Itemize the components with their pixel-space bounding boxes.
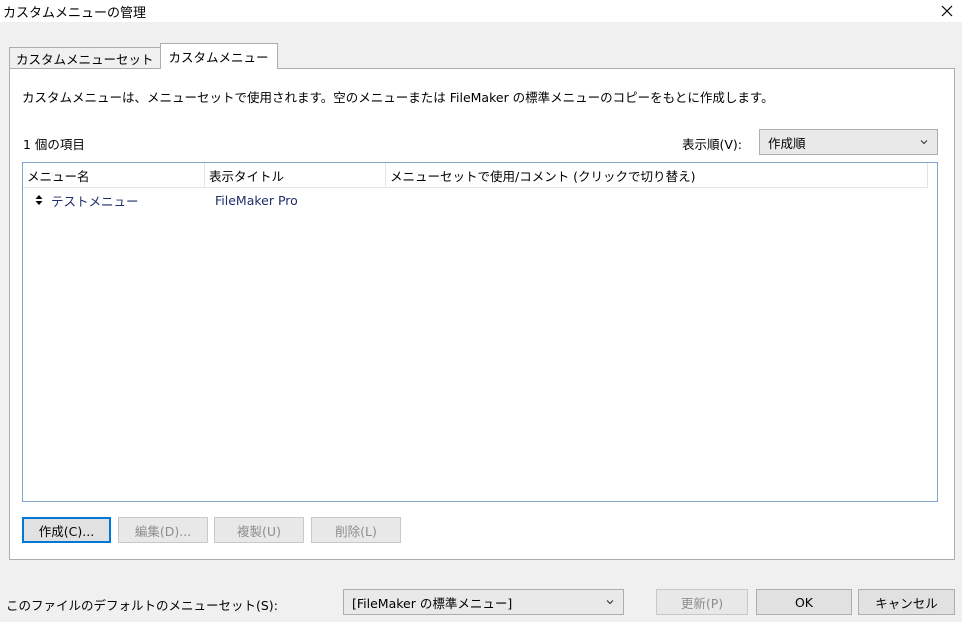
default-menuset-value: [FileMaker の標準メニュー] [352, 595, 513, 611]
sort-order-label: 表示順(V): [682, 137, 743, 152]
cancel-button[interactable]: キャンセル [858, 589, 955, 615]
close-icon [941, 5, 953, 17]
list-item[interactable]: テストメニュー FileMaker Pro [23, 189, 937, 211]
tab-custom-menu[interactable]: カスタムメニュー [159, 43, 278, 69]
move-handle-icon[interactable] [33, 193, 45, 207]
menu-name: テストメニュー [51, 193, 139, 209]
column-header-display-title[interactable]: 表示タイトル [205, 163, 386, 187]
chevron-down-icon [606, 600, 614, 605]
default-menuset-label: このファイルのデフォルトのメニューセット(S): [6, 598, 278, 613]
display-title-cell: FileMaker Pro [215, 192, 298, 208]
ok-button[interactable]: OK [756, 589, 852, 615]
default-menuset-select[interactable]: [FileMaker の標準メニュー] [343, 589, 624, 615]
title-bar: カスタムメニューの管理 [0, 0, 962, 22]
item-count: 1 個の項目 [23, 137, 85, 152]
tab-custom-menu-set[interactable]: カスタムメニューセット [9, 47, 161, 69]
tab-strip: カスタムメニューセット カスタムメニュー [9, 43, 278, 69]
menu-name-cell: テストメニュー [33, 191, 139, 210]
delete-button[interactable]: 削除(L) [311, 517, 401, 543]
panel-description: カスタムメニューは、メニューセットで使用されます。空のメニューまたは FileM… [22, 90, 774, 105]
create-button[interactable]: 作成(C)... [22, 517, 111, 543]
edit-button[interactable]: 編集(D)... [118, 517, 208, 543]
custom-menu-list[interactable]: メニュー名 表示タイトル メニューセットで使用/コメント (クリックで切り替え)… [22, 162, 938, 502]
dialog-window: カスタムメニューの管理 カスタムメニューセット カスタムメニュー カスタムメニュ… [0, 0, 962, 622]
close-button[interactable] [932, 0, 962, 22]
chevron-down-icon [920, 140, 928, 145]
column-header-menu-name[interactable]: メニュー名 [23, 163, 205, 187]
update-button[interactable]: 更新(P) [656, 589, 748, 615]
sort-order-value: 作成順 [768, 135, 806, 151]
tab-panel: カスタムメニューは、メニューセットで使用されます。空のメニューまたは FileM… [9, 68, 955, 560]
window-title: カスタムメニューの管理 [3, 6, 147, 21]
duplicate-button[interactable]: 複製(U) [214, 517, 304, 543]
column-header-menuset-comment[interactable]: メニューセットで使用/コメント (クリックで切り替え) [386, 163, 928, 187]
sort-order-select[interactable]: 作成順 [759, 129, 938, 155]
list-header: メニュー名 表示タイトル メニューセットで使用/コメント (クリックで切り替え) [23, 163, 928, 188]
